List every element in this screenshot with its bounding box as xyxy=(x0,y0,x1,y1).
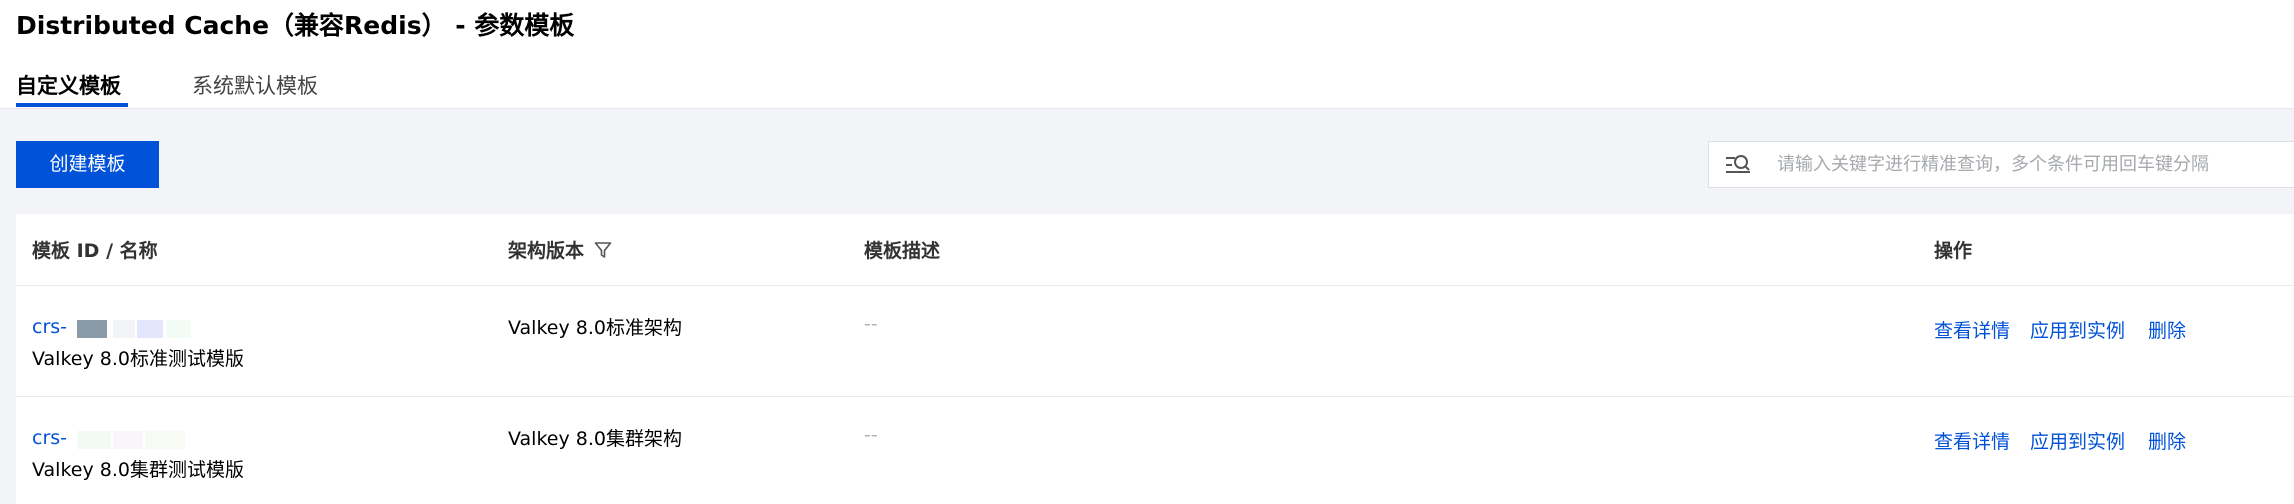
search-box[interactable] xyxy=(1708,141,2294,188)
view-details-link[interactable]: 查看详情 xyxy=(1934,316,2010,343)
row-divider xyxy=(16,396,2294,397)
tab-custom-templates[interactable]: 自定义模板 xyxy=(16,70,121,100)
redacted-id-mask xyxy=(113,320,135,338)
column-header-actions: 操作 xyxy=(1934,240,1973,262)
column-header-arch-version: 架构版本 xyxy=(508,240,585,262)
redacted-id-mask xyxy=(137,320,163,338)
apply-to-instance-link[interactable]: 应用到实例 xyxy=(2030,316,2125,343)
create-template-button[interactable]: 创建模板 xyxy=(16,141,159,188)
template-id-link[interactable]: crs- xyxy=(32,316,67,338)
redacted-id-mask xyxy=(145,431,185,449)
apply-to-instance-link[interactable]: 应用到实例 xyxy=(2030,427,2125,454)
template-name: Valkey 8.0标准测试模版 xyxy=(32,348,244,370)
redacted-id-mask xyxy=(77,320,107,338)
active-tab-indicator xyxy=(16,103,128,107)
redacted-id-mask xyxy=(167,320,191,338)
delete-link[interactable]: 删除 xyxy=(2148,427,2186,454)
tab-system-default-templates[interactable]: 系统默认模板 xyxy=(192,70,318,100)
redacted-id-mask xyxy=(77,431,111,449)
page-header: Distributed Cache（兼容Redis） - 参数模板 自定义模板 … xyxy=(0,0,2294,109)
redacted-id-mask xyxy=(113,431,143,449)
filter-icon[interactable] xyxy=(594,241,612,259)
arch-version: Valkey 8.0集群架构 xyxy=(508,428,682,450)
delete-link[interactable]: 删除 xyxy=(2148,316,2186,343)
template-description: -- xyxy=(864,313,878,335)
template-table: 模板 ID / 名称 架构版本 模板描述 操作 crs- Valkey 8.0标… xyxy=(16,214,2294,504)
search-input[interactable] xyxy=(1777,142,2287,187)
view-details-link[interactable]: 查看详情 xyxy=(1934,427,2010,454)
search-icon[interactable] xyxy=(1725,153,1751,177)
template-name: Valkey 8.0集群测试模版 xyxy=(32,459,244,481)
row-divider xyxy=(16,285,2294,286)
column-header-description: 模板描述 xyxy=(864,240,941,262)
arch-version: Valkey 8.0标准架构 xyxy=(508,317,682,339)
column-header-id-name: 模板 ID / 名称 xyxy=(32,240,158,262)
page-title: Distributed Cache（兼容Redis） - 参数模板 xyxy=(16,11,575,40)
template-description: -- xyxy=(864,424,878,446)
template-id-link[interactable]: crs- xyxy=(32,427,67,449)
